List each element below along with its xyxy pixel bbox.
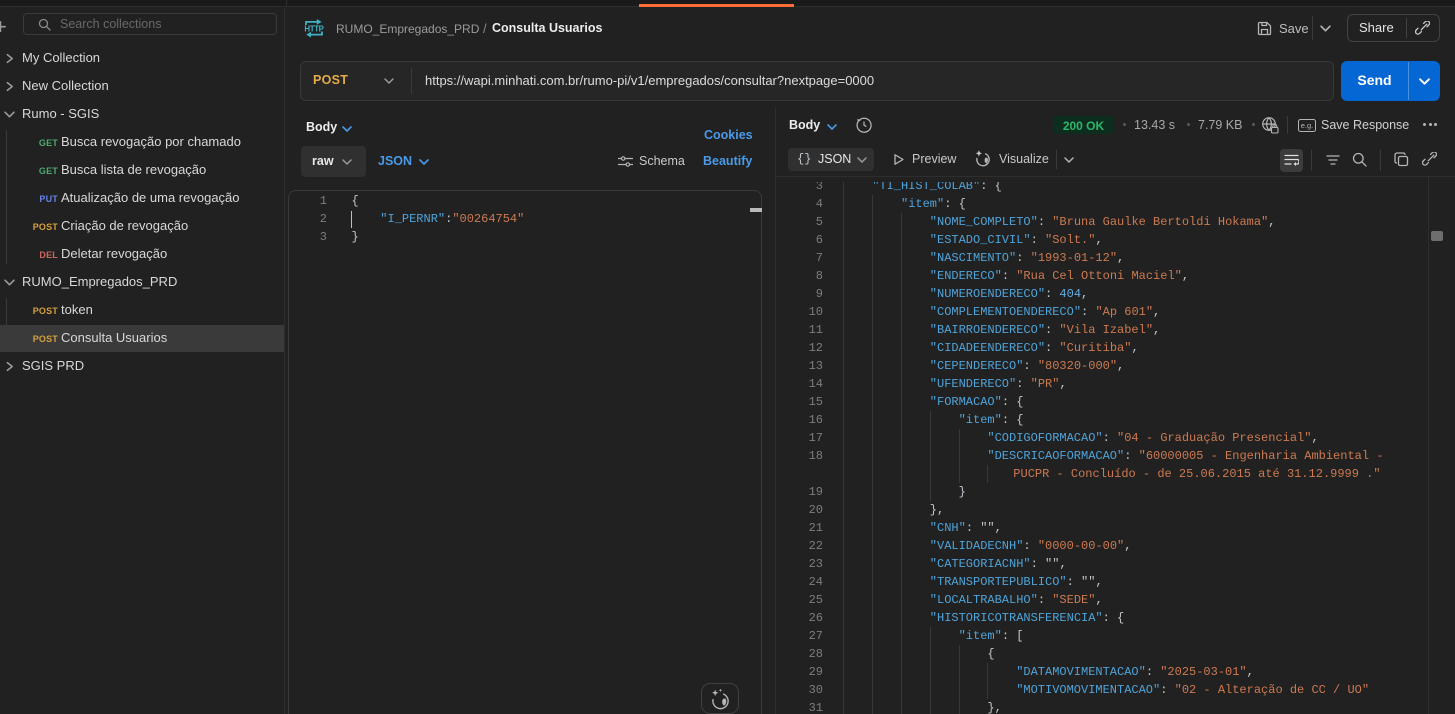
svg-text:HTTP: HTTP [304,24,323,33]
